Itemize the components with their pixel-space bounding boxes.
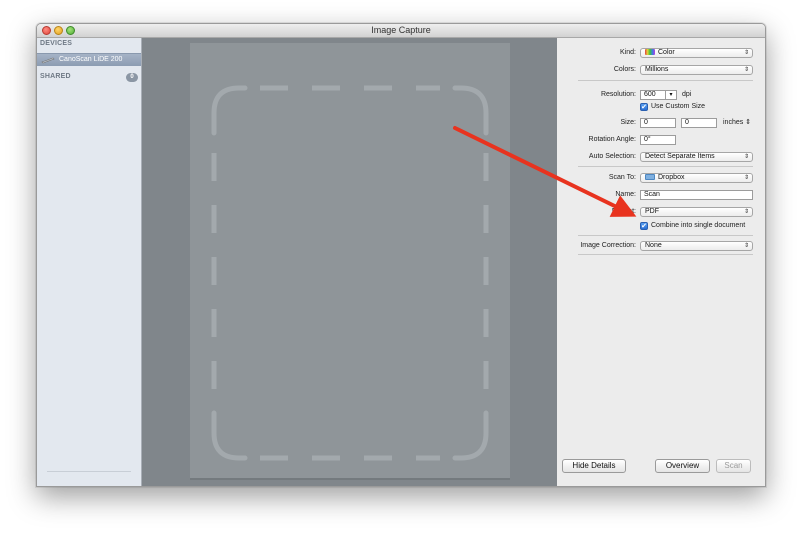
auto-selection-label: Auto Selection: — [588, 153, 636, 160]
folder-icon — [645, 174, 655, 180]
size-height-field[interactable]: 0 — [681, 118, 717, 128]
size-unit-selector[interactable]: inches ⇕ — [723, 118, 751, 128]
name-field[interactable]: Scan — [640, 190, 753, 200]
image-correction-popup[interactable]: None ⇕ — [640, 241, 753, 251]
popup-arrows-icon: ⇕ — [743, 67, 749, 73]
shared-header: SHARED — [40, 73, 71, 80]
scan-placeholder-frame — [211, 85, 489, 461]
device-label: CanoScan LiDE 200 — [59, 56, 123, 63]
resolution-dropdown-icon[interactable]: ▾ — [665, 90, 676, 100]
popup-arrows-icon: ⇕ — [743, 154, 749, 160]
scan-button[interactable]: Scan — [716, 459, 751, 473]
rotation-field[interactable]: 0° — [640, 135, 676, 145]
title-bar: Image Capture — [37, 24, 765, 38]
resolution-label: Resolution: — [600, 91, 636, 98]
section-divider — [578, 166, 753, 167]
size-label: Size: — [620, 119, 636, 126]
section-divider — [578, 235, 753, 236]
sidebar-item-device[interactable]: CanoScan LiDE 200 — [37, 53, 141, 66]
shared-count-badge: 0 — [126, 73, 138, 82]
rotation-label: Rotation Angle: — [588, 136, 636, 143]
scan-to-label: Scan To: — [608, 174, 636, 181]
stepper-icon: ⇕ — [745, 119, 752, 126]
format-popup[interactable]: PDF ⇕ — [640, 207, 753, 217]
kind-label: Kind: — [620, 49, 636, 56]
popup-arrows-icon: ⇕ — [743, 175, 749, 181]
scan-preview-area[interactable] — [142, 38, 557, 486]
scan-settings-panel: Kind: Color ⇕ Colors: Millions ⇕ Resolut… — [558, 38, 765, 486]
colors-label: Colors: — [613, 66, 636, 73]
overview-button[interactable]: Overview — [655, 459, 710, 473]
colors-value: Millions — [645, 66, 669, 73]
combine-checkbox[interactable]: ✔ — [640, 222, 648, 230]
popup-arrows-icon: ⇕ — [743, 209, 749, 215]
resolution-value: 600 — [644, 91, 656, 98]
size-unit: inches — [723, 119, 744, 126]
image-capture-window: Image Capture DEVICES CanoScan LiDE 200 … — [36, 23, 766, 487]
devices-header: DEVICES — [40, 40, 73, 47]
popup-arrows-icon: ⇕ — [743, 243, 749, 249]
image-correction-value: None — [645, 242, 662, 249]
scan-to-popup[interactable]: Dropbox ⇕ — [640, 173, 753, 183]
section-divider — [578, 254, 753, 255]
kind-value: Color — [658, 49, 675, 56]
scanner-icon — [41, 57, 55, 64]
section-divider — [578, 80, 753, 81]
scan-to-value: Dropbox — [658, 174, 685, 181]
name-label: Name: — [615, 191, 636, 198]
checkmark-icon: ✔ — [641, 223, 647, 230]
combine-label: Combine into single document — [651, 222, 746, 229]
size-width-field[interactable]: 0 — [640, 118, 676, 128]
image-correction-label: Image Correction: — [580, 242, 636, 249]
popup-arrows-icon: ⇕ — [743, 50, 749, 56]
resolution-unit: dpi — [682, 91, 692, 98]
window-title: Image Capture — [371, 25, 431, 35]
auto-selection-value: Detect Separate Items — [645, 153, 715, 160]
kind-popup[interactable]: Color ⇕ — [640, 48, 753, 58]
use-custom-size-label: Use Custom Size — [651, 103, 706, 110]
color-kind-icon — [645, 49, 655, 55]
colors-popup[interactable]: Millions ⇕ — [640, 65, 753, 75]
sidebar: DEVICES CanoScan LiDE 200 SHARED 0 — [37, 38, 142, 486]
hide-details-button[interactable]: Hide Details — [562, 459, 626, 473]
use-custom-size-checkbox[interactable]: ✔ — [640, 103, 648, 111]
format-label: Format: — [611, 208, 636, 215]
format-value: PDF — [645, 208, 659, 215]
resolution-field[interactable]: 600 ▾ — [640, 90, 677, 100]
auto-selection-popup[interactable]: Detect Separate Items ⇕ — [640, 152, 753, 162]
scan-bed-preview — [190, 43, 510, 480]
sidebar-divider — [47, 471, 131, 472]
checkmark-icon: ✔ — [641, 104, 647, 111]
